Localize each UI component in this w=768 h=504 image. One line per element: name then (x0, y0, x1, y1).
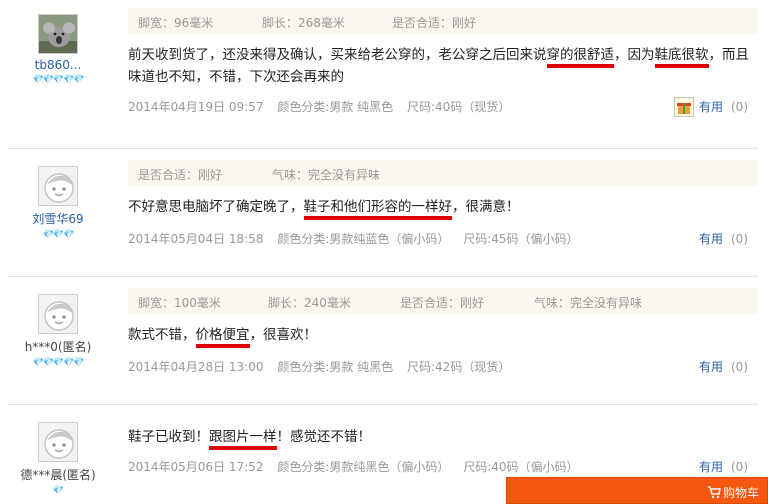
cart-icon (707, 484, 721, 503)
username: 德***晨(匿名) (20, 468, 96, 482)
useful-count: (0) (731, 460, 748, 474)
review-attributes: 是否合适：刚好 气味：完全没有异味 (128, 160, 758, 186)
review-color: 颜色分类:男款纯黑色（偏小码） (277, 460, 450, 474)
review-attributes: 脚宽：100毫米 脚长：240毫米 是否合适：刚好 气味：完全没有异味 (128, 288, 758, 314)
highlight-mark: 鞋子和他们形容的一样好 (303, 199, 452, 220)
review-text: 不好意思电脑坏了确定晚了，鞋子和他们形容的一样好，很满意！ (128, 196, 758, 220)
cart-button[interactable]: 购物车 (506, 477, 768, 504)
reviewer: tb860... 💎💎💎💎💎 (8, 14, 108, 86)
divider (8, 276, 758, 277)
review-size: 尺码:40码（现货） (407, 100, 511, 114)
attr-fit: 是否合适：刚好 (138, 168, 223, 182)
reviewer: 刘雪华69 💎💎💎 (8, 166, 108, 241)
useful-label[interactable]: 有用 (699, 460, 723, 474)
useful-label[interactable]: 有用 (699, 100, 723, 114)
review-date: 2014年05月06日 17:52 (128, 460, 264, 474)
avatar[interactable] (38, 294, 78, 334)
review-size: 尺码:45码（偏小码） (463, 232, 579, 246)
highlight-mark: 跟图片一样 (209, 429, 277, 450)
attr-foot-width: 脚宽：96毫米 (138, 16, 214, 30)
attr-fit: 是否合适：刚好 (392, 16, 477, 30)
review-attributes: 脚宽：96毫米 脚长：268毫米 是否合适：刚好 (128, 8, 758, 34)
useful-button[interactable]: 有用 (0) (699, 98, 748, 115)
useful-count: (0) (731, 232, 748, 246)
review-meta: 2014年05月04日 18:58 颜色分类:男款纯蓝色（偏小码） 尺码:45码… (128, 230, 589, 247)
useful-button[interactable]: 有用 (0) (699, 458, 748, 475)
review-color: 颜色分类:男款 纯黑色 (277, 360, 394, 374)
review-size: 尺码:42码（现货） (407, 360, 511, 374)
user-rank-icon: 💎💎💎💎💎 (32, 358, 84, 368)
useful-label[interactable]: 有用 (699, 232, 723, 246)
review-meta: 2014年04月19日 09:57 颜色分类:男款 纯黑色 尺码:40码（现货） (128, 98, 520, 115)
review-item: 刘雪华69 💎💎💎 是否合适：刚好 气味：完全没有异味 不好意思电脑坏了确定晚了… (0, 150, 768, 274)
highlight-mark: 鞋底很软 (654, 47, 709, 68)
reviewer: h***0(匿名) 💎💎💎💎💎 (8, 294, 108, 369)
attr-smell: 气味：完全没有异味 (534, 296, 643, 310)
review-meta: 2014年05月06日 17:52 颜色分类:男款纯黑色（偏小码） 尺码:40码… (128, 458, 589, 475)
useful-count: (0) (731, 100, 748, 114)
divider (8, 148, 758, 149)
review-item: h***0(匿名) 💎💎💎💎💎 脚宽：100毫米 脚长：240毫米 是否合适：刚… (0, 278, 768, 402)
user-rank-icon: 💎 (52, 486, 64, 496)
user-rank-icon: 💎💎💎💎💎 (32, 75, 84, 85)
review-item: tb860... 💎💎💎💎💎 脚宽：96毫米 脚长：268毫米 是否合适：刚好 … (0, 0, 768, 148)
review-meta: 2014年04月28日 13:00 颜色分类:男款 纯黑色 尺码:42码（现货） (128, 358, 520, 375)
username: h***0(匿名) (24, 340, 92, 354)
attr-foot-width: 脚宽：100毫米 (138, 296, 221, 310)
attr-foot-length: 脚长：240毫米 (268, 296, 351, 310)
review-date: 2014年04月28日 13:00 (128, 360, 264, 374)
username[interactable]: tb860... (8, 58, 108, 72)
highlight-mark: 价格便宜 (195, 327, 250, 348)
avatar[interactable] (38, 422, 78, 462)
review-text: 前天收到货了，还没来得及确认，买来给老公穿的，老公穿之后回来说穿的很舒适，因为鞋… (128, 47, 749, 85)
attr-smell: 气味：完全没有异味 (272, 168, 381, 182)
attr-foot-length: 脚长：268毫米 (262, 16, 345, 30)
highlight-mark: 穿的很舒适 (546, 47, 614, 68)
useful-button[interactable]: 有用 (0) (699, 358, 748, 375)
useful-label[interactable]: 有用 (699, 360, 723, 374)
review-color: 颜色分类:男款 纯黑色 (277, 100, 394, 114)
useful-count: (0) (731, 360, 748, 374)
username[interactable]: 刘雪华69 (8, 210, 108, 227)
review-date: 2014年05月04日 18:58 (128, 232, 264, 246)
avatar[interactable] (38, 14, 78, 54)
review-text: 款式不错，价格便宜，很喜欢！ (128, 324, 758, 348)
cart-label[interactable]: 购物车 (723, 484, 759, 501)
reviewer: 德***晨(匿名) 💎 (8, 422, 108, 497)
divider (8, 404, 758, 405)
avatar[interactable] (38, 166, 78, 206)
review-text: 鞋子已收到！跟图片一样！感觉还不错！ (128, 426, 758, 450)
review-date: 2014年04月19日 09:57 (128, 100, 264, 114)
gift-icon[interactable] (674, 97, 694, 117)
user-rank-icon: 💎💎💎 (42, 230, 75, 240)
review-color: 颜色分类:男款纯蓝色（偏小码） (277, 232, 450, 246)
review-size: 尺码:40码（偏小码） (463, 460, 579, 474)
attr-fit: 是否合适：刚好 (400, 296, 485, 310)
useful-button[interactable]: 有用 (0) (699, 230, 748, 247)
